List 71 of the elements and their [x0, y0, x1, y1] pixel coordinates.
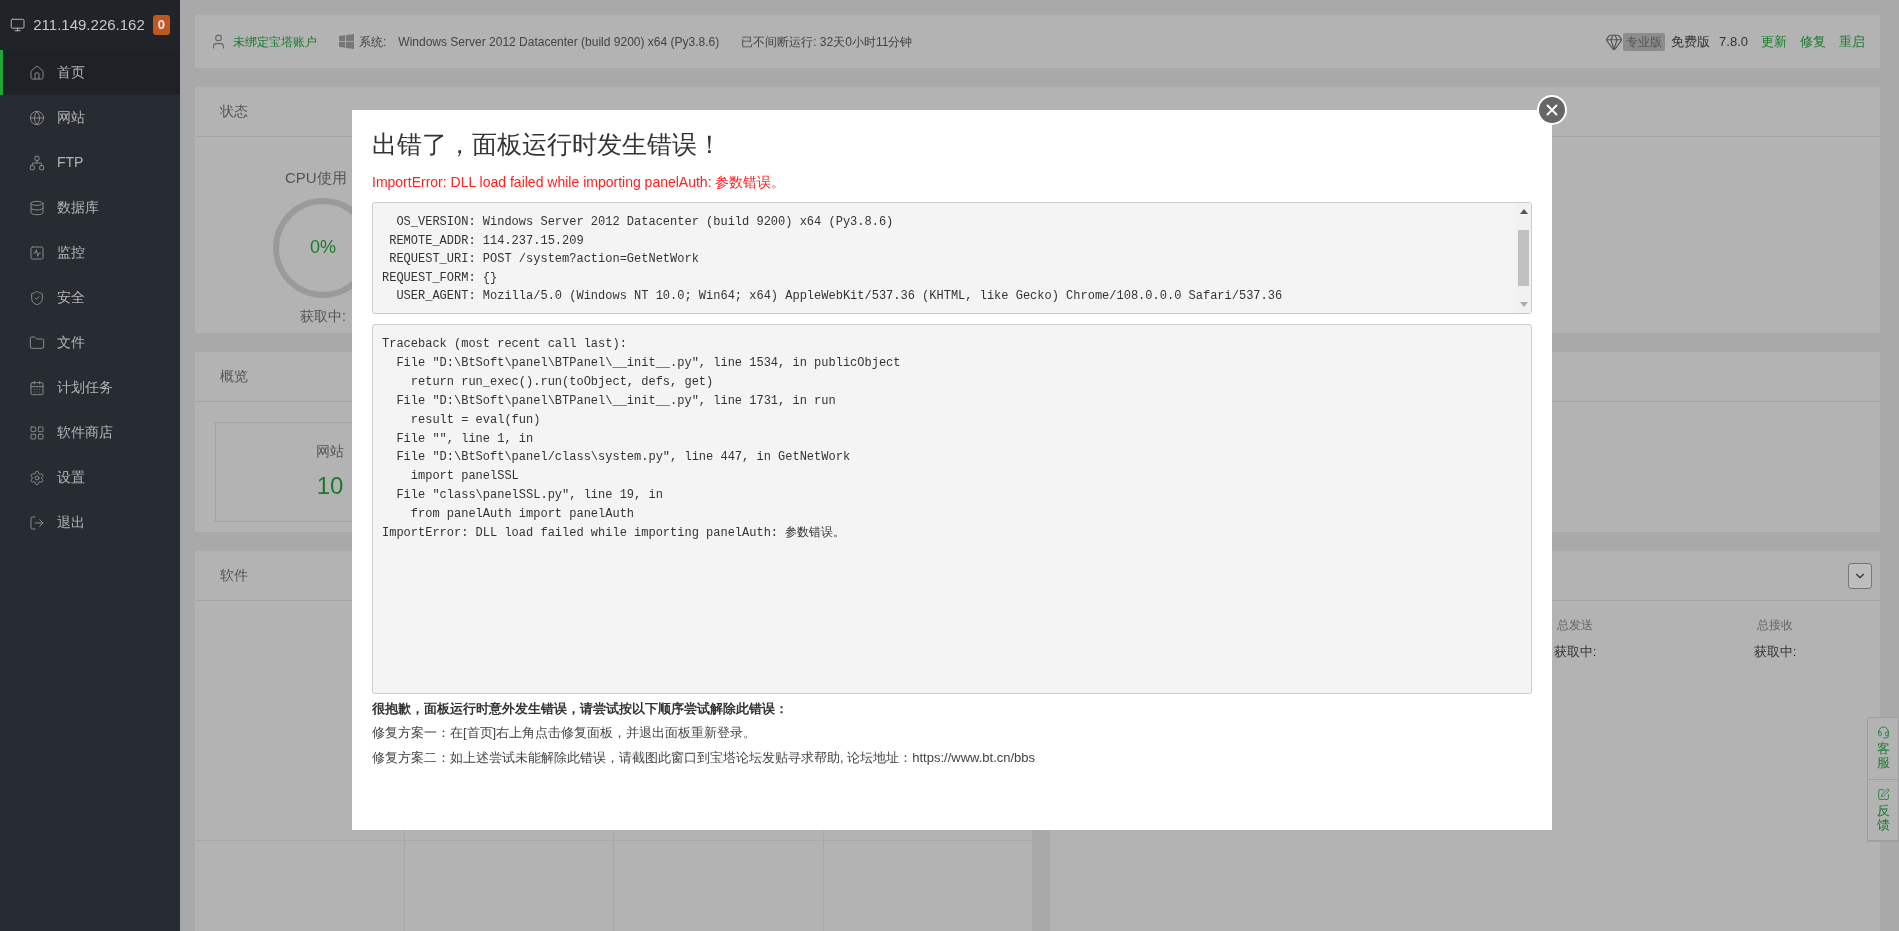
dropdown-select[interactable] [1848, 562, 1872, 589]
code-line: result = eval(fun) [409, 411, 542, 429]
host-address: 211.149.226.162 [33, 14, 145, 35]
code-line: ImportError: DLL load failed while importing panelAuth: 参数错误。 [382, 525, 847, 543]
sidebar-item[interactable]: FTP [0, 140, 180, 185]
sidebar-item[interactable]: 计划任务 [0, 365, 180, 410]
scroll-up-icon [1519, 209, 1528, 214]
folder-icon [29, 334, 45, 351]
globe-icon [29, 109, 45, 126]
uptime-text: 已不间断运行: 32天0小时11分钟 [741, 33, 913, 51]
code-line: REQUEST_URI: POST /system?action=GetNetWork [388, 251, 700, 268]
gauge-status: 获取中: [300, 306, 346, 326]
house-icon [29, 64, 45, 81]
headset-icon [1876, 726, 1890, 739]
gauge-value: 0% [310, 236, 336, 259]
shield-check-icon [29, 289, 45, 306]
sidebar-item[interactable]: 退出 [0, 500, 180, 545]
sidebar-item[interactable]: 文件 [0, 320, 180, 365]
help-text: 修复方案一：在[首页]右上角点击修复面板，并退出面板重新登录。 [372, 724, 758, 742]
sidebar-item[interactable]: 数据库 [0, 185, 180, 230]
code-line: File "D:\BtSoft\panel\BTPanel\__init__.py", line 1731, in run [395, 392, 837, 410]
windows-logo-icon [339, 34, 354, 49]
code-line: Traceback (most recent call last): [382, 336, 628, 353]
code-line: return run_exec().run(toObject, defs, get) [409, 373, 715, 391]
dialog-title: 出错了，面板运行时发生错误！ [372, 129, 723, 160]
sidebar-item[interactable]: 安全 [0, 275, 180, 320]
code-line: import panelSSL [409, 468, 520, 486]
card-title: 概览 [220, 367, 248, 386]
code-line: OS_VERSION: Windows Server 2012 Datacenter (build 9200) x64 (Py3.8.6) [395, 214, 895, 231]
gauge-label: CPU使用 [285, 168, 347, 188]
code-line: USER_AGENT: Mozilla/5.0 (Windows NT 10.0; Win64; x64) AppleWebKit/537.36 (KHTML, like Gecko) Chrome/108.0.0.0 Safari/537.36 [395, 288, 1284, 305]
edit-icon [1876, 787, 1890, 801]
card-title: 状态 [220, 102, 248, 121]
code-line: File "", line 1, in [395, 430, 535, 448]
notification-badge[interactable]: 0 [152, 15, 170, 35]
code-line: from panelAuth import panelAuth [409, 506, 636, 524]
logout-icon [29, 514, 45, 531]
code-line: File "D:\BtSoft\panel\BTPanel\__init__.py", line 1534, in publicObject [395, 354, 902, 372]
error-message: ImportError: DLL load failed while importing panelAuth: 参数错误。 [372, 173, 787, 192]
stat-value: 获取中: [1553, 643, 1597, 661]
help-title: 很抱歉，面板运行时意外发生错误，请尝试按以下顺序尝试解除此错误： [372, 700, 789, 718]
sidebar-item[interactable]: 软件商店 [0, 410, 180, 455]
grid-icon [29, 424, 45, 441]
code-line: File "class\panelSSL.py", line 19, in [395, 487, 664, 505]
version-number: 7.8.0 [1719, 32, 1748, 51]
code-line: File "D:\BtSoft\panel/class\system.py", line 447, in GetNetWork [395, 449, 852, 467]
stat-label: 总接收 [1757, 617, 1793, 634]
sidebar-item[interactable]: 网站 [0, 95, 180, 140]
system-label: 系统: [359, 33, 387, 51]
code-line: REMOTE_ADDR: 114.237.15.209 [388, 232, 585, 250]
sidebar-item[interactable]: 监控 [0, 230, 180, 275]
scroll-thumb[interactable] [1518, 230, 1529, 286]
user-icon [210, 33, 227, 50]
scrollbar[interactable] [1516, 203, 1531, 313]
code-line: REQUEST_FORM: {} [382, 269, 499, 287]
stat-label: 总发送 [1557, 617, 1593, 634]
database-icon [29, 199, 45, 216]
stat-label: 网站 [316, 441, 344, 461]
scroll-down-icon [1519, 302, 1528, 307]
help-text: 修复方案二：如上述尝试未能解除此错误，请截图此窗口到宝塔论坛发贴寻求帮助, 论坛地址：https://www.bt.cn/bbs [372, 749, 1037, 767]
sidebar-item[interactable]: 设置 [0, 455, 180, 500]
stat-value: 10 [316, 470, 344, 501]
stat-value: 获取中: [1753, 643, 1797, 661]
card-title: 软件 [220, 566, 248, 585]
sidebar-item[interactable]: 首页 [0, 50, 180, 95]
diamond-icon [1605, 32, 1624, 51]
system-info: Windows Server 2012 Datacenter (build 9200) x64 (Py3.8.6) [398, 33, 720, 51]
chart-icon [29, 244, 45, 261]
settings-icon [29, 469, 45, 486]
calendar-icon [29, 379, 45, 396]
edition-label: 免费版 [1671, 32, 1711, 51]
